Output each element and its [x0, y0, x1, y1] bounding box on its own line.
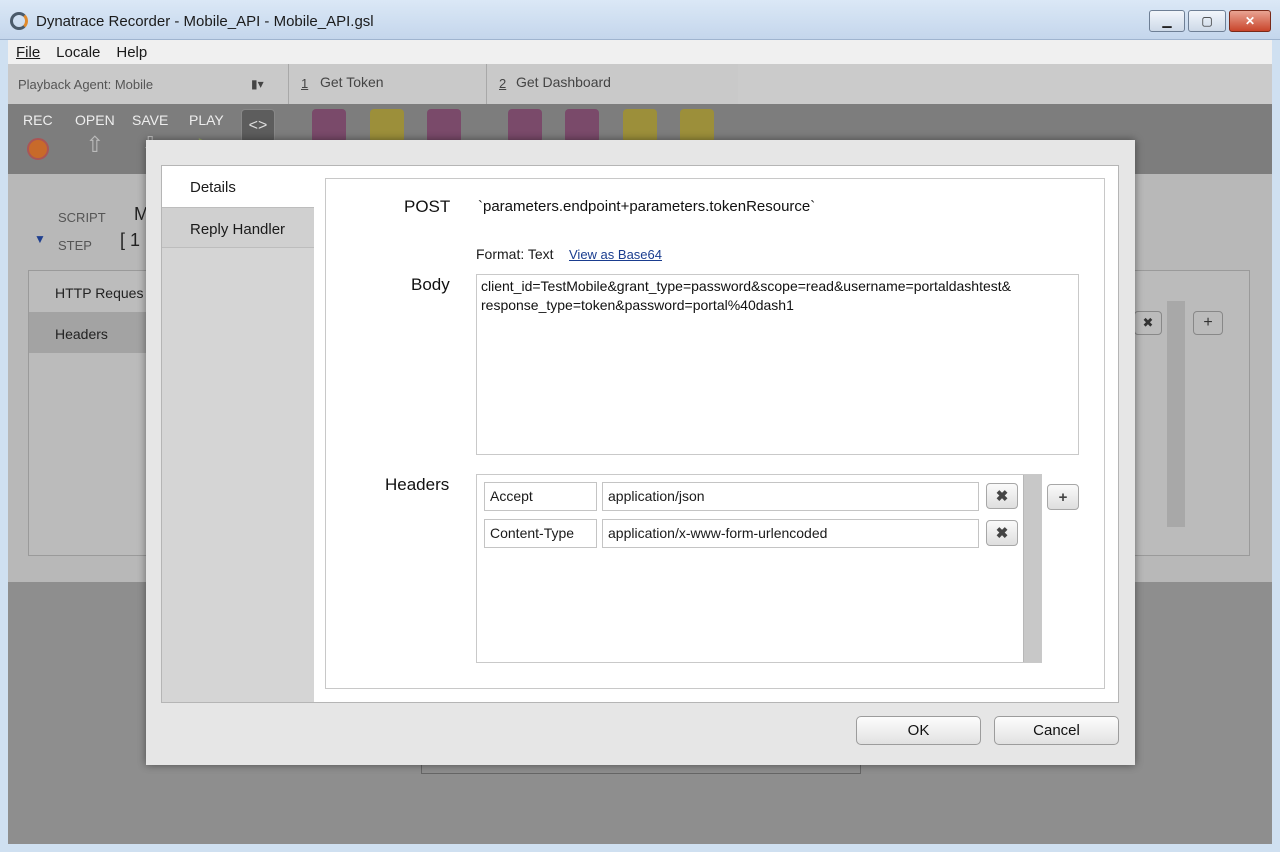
add-header-button[interactable]: + [1047, 484, 1079, 510]
tab-get-dashboard[interactable]: 2 Get Dashboard [486, 64, 738, 104]
transfer-step-icon[interactable] [312, 109, 346, 143]
menu-bar: File Locale Help [8, 40, 1272, 64]
tab-headers[interactable]: Headers [29, 312, 149, 353]
rec-button[interactable]: REC [23, 112, 53, 160]
code-view-button[interactable]: <> [241, 109, 275, 143]
header-name-field[interactable]: Accept [484, 482, 597, 511]
tab-number: 2 [499, 76, 507, 91]
tab-details[interactable]: Details [162, 166, 314, 207]
tab-strip-empty [738, 64, 1272, 104]
upload-icon: ⇧ [85, 132, 105, 157]
open-label: OPEN [75, 112, 115, 128]
bg-remove-icon[interactable]: ✖ [1134, 311, 1162, 335]
plus-icon: + [1058, 488, 1068, 506]
format-label: Format: Text [476, 246, 554, 262]
maximize-button[interactable]: ▢ [1188, 10, 1226, 32]
check-step-icon[interactable] [680, 109, 714, 143]
dynatrace-logo-icon [10, 12, 28, 30]
title-bar: Dynatrace Recorder - Mobile_API - Mobile… [0, 0, 1280, 40]
menu-help[interactable]: Help [108, 44, 155, 61]
request-details-dialog: Details Reply Handler POST `parameters.e… [146, 140, 1135, 765]
close-icon: ✖ [995, 525, 1009, 542]
dialog-frame: Details Reply Handler POST `parameters.e… [161, 165, 1119, 703]
tab-reply-handler[interactable]: Reply Handler [162, 207, 314, 248]
record-icon [26, 138, 49, 160]
details-content: POST `parameters.endpoint+parameters.tok… [325, 178, 1105, 689]
tab-number: 1 [301, 76, 309, 91]
step-label: STEP [58, 238, 92, 253]
headers-list: Accept application/json ✖ Content-Type a… [476, 474, 1042, 663]
rec-label: REC [23, 112, 53, 128]
clock-step-icon-2[interactable] [623, 109, 657, 143]
tab-http-request[interactable]: HTTP Reques [29, 271, 149, 312]
gear-step-icon-2[interactable] [508, 109, 542, 143]
request-url[interactable]: `parameters.endpoint+parameters.tokenRes… [478, 198, 815, 215]
playback-agent-label: Playback Agent: Mobile [18, 77, 154, 92]
bg-add-icon[interactable]: + [1193, 311, 1223, 335]
bottom-field [421, 764, 861, 774]
clock-step-icon[interactable] [370, 109, 404, 143]
close-window-button[interactable]: ✕ [1229, 10, 1271, 32]
header-name-field[interactable]: Content-Type [484, 519, 597, 548]
header-value-field[interactable]: application/x-www-form-urlencoded [602, 519, 979, 548]
cancel-button[interactable]: Cancel [994, 716, 1119, 745]
dialog-side-tabs: Details Reply Handler [162, 166, 314, 702]
headers-label: Headers [385, 475, 450, 494]
agent-dropdown-icon[interactable]: ▮▾ [251, 77, 279, 91]
agent-bar: Playback Agent: Mobile ▮▾ [8, 64, 288, 104]
header-value-field[interactable]: application/json [602, 482, 979, 511]
save-label: SAVE [132, 112, 169, 128]
tab-label: Get Token [320, 74, 384, 90]
remove-header-button[interactable]: ✖ [986, 483, 1018, 509]
open-button[interactable]: OPEN ⇧ [75, 112, 115, 158]
menu-file[interactable]: File [8, 44, 48, 61]
window-title: Dynatrace Recorder - Mobile_API - Mobile… [36, 13, 374, 30]
step-value: [ 1 [120, 230, 141, 250]
http-method: POST [404, 197, 451, 216]
menu-locale[interactable]: Locale [48, 44, 108, 61]
play-label: PLAY [189, 112, 224, 128]
close-icon: ✖ [995, 488, 1009, 505]
tab-get-token[interactable]: 1 Get Token [288, 64, 486, 104]
view-base64-link[interactable]: View as Base64 [569, 247, 662, 262]
headers-scrollbar[interactable] [1023, 475, 1041, 662]
body-label: Body [411, 275, 450, 294]
collapse-icon[interactable]: ▼ [34, 232, 46, 246]
tab-label: Get Dashboard [516, 74, 611, 90]
script-label: SCRIPT [58, 210, 106, 225]
bg-scrollbar[interactable] [1167, 301, 1185, 527]
body-textarea[interactable]: client_id=TestMobile&grant_type=password… [476, 274, 1079, 455]
minimize-button[interactable]: ▁ [1149, 10, 1185, 32]
transfer-step-icon-2[interactable] [565, 109, 599, 143]
gear-step-icon[interactable] [427, 109, 461, 143]
remove-header-button[interactable]: ✖ [986, 520, 1018, 546]
ok-button[interactable]: OK [856, 716, 981, 745]
